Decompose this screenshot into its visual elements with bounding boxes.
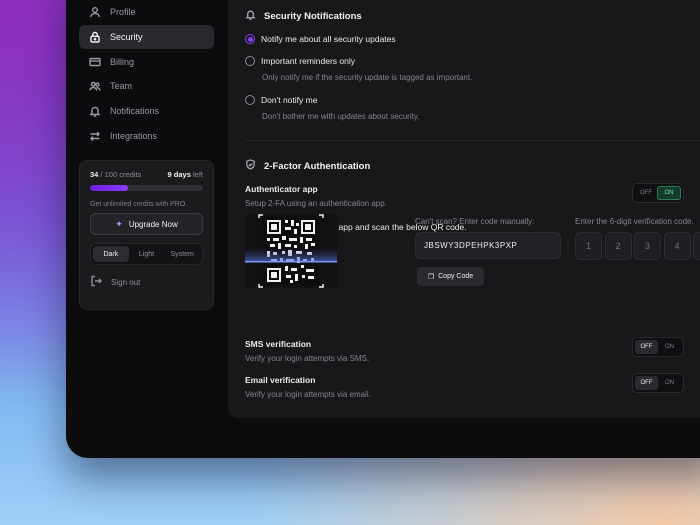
section-title: 2-Factor Authentication: [264, 160, 371, 172]
radio-label: Important reminders only: [261, 56, 356, 66]
sidebar-item-label: Notifications: [110, 106, 160, 117]
sign-out-label: Sign out: [111, 277, 141, 287]
sidebar-item-label: Profile: [110, 7, 136, 17]
toggle-off-option[interactable]: OFF: [635, 186, 657, 200]
credits-progress-fill: [90, 185, 129, 191]
upgrade-label: Upgrade Now: [128, 219, 178, 229]
copy-code-button[interactable]: ❐ Copy Code: [417, 267, 484, 286]
manual-code-value: JBSWY3DPEHPK3PXP: [424, 241, 518, 250]
radio-description: Don't bother me with updates about secur…: [262, 112, 420, 121]
sign-out-button[interactable]: Sign out: [90, 275, 203, 289]
qr-code: [245, 214, 337, 288]
toggle-on-option[interactable]: ON: [657, 186, 681, 200]
sidebar-item-profile[interactable]: Profile: [79, 0, 214, 24]
sparkle-icon: ✦: [115, 218, 123, 229]
radio-option-important[interactable]: Important reminders only: [245, 56, 355, 66]
lock-icon: [89, 31, 101, 43]
authenticator-description: Setup 2-FA using an authentication app.: [245, 199, 387, 208]
sidebar-item-integrations[interactable]: Integrations: [79, 124, 214, 148]
authenticator-label: Authenticator app: [245, 184, 318, 194]
section-divider: [245, 140, 700, 141]
sms-verification-description: Verify your login attempts via SMS.: [245, 354, 370, 363]
manual-code-field[interactable]: JBSWY3DPEHPK3PXP: [415, 232, 561, 259]
digit-input[interactable]: 2: [604, 232, 632, 260]
radio-label: Don't notify me: [261, 95, 318, 105]
security-notifications-heading: Security Notifications: [245, 9, 362, 23]
sidebar-item-label: Integrations: [110, 130, 158, 141]
radio-label: Notify me about all security updates: [261, 34, 396, 44]
digit-input[interactable]: 5: [693, 232, 700, 260]
section-title: Security Notifications: [264, 10, 362, 22]
radio-button[interactable]: [245, 56, 255, 66]
theme-option-system[interactable]: System: [164, 246, 200, 262]
copy-code-label: Copy Code: [438, 273, 474, 280]
authenticator-toggle[interactable]: OFF ON: [632, 183, 684, 203]
theme-switcher: Dark Light System: [90, 243, 203, 265]
days-left: 9 days left: [167, 170, 203, 179]
theme-option-light[interactable]: Light: [129, 246, 165, 262]
radio-option-none[interactable]: Don't notify me: [245, 95, 317, 105]
radio-description: Only notify me if the security update is…: [262, 73, 473, 82]
sidebar-item-team[interactable]: Team: [79, 74, 214, 98]
user-icon: [89, 6, 101, 18]
digit-input[interactable]: 4: [663, 232, 691, 260]
credit-card-icon: [89, 56, 101, 68]
sidebar-item-label: Team: [110, 81, 133, 92]
users-icon: [89, 80, 101, 92]
email-verification-description: Verify your login attempts via email.: [245, 390, 371, 399]
sms-verification-label: SMS verification: [245, 339, 312, 349]
toggle-off-option[interactable]: OFF: [635, 376, 658, 390]
digit-input[interactable]: 1: [575, 232, 602, 260]
credits-used: 34 / 100 credits: [90, 170, 142, 179]
sidebar-item-notifications[interactable]: Notifications: [79, 99, 214, 123]
digit-input[interactable]: 3: [634, 232, 661, 260]
sign-out-icon: [90, 275, 102, 289]
theme-option-dark[interactable]: Dark: [93, 246, 129, 262]
sidebar-item-label: Billing: [110, 56, 135, 67]
sidebar-nav: Profile Security Billing Team Notificati…: [79, 0, 214, 149]
radio-button[interactable]: [245, 95, 255, 105]
verify-instruction: Enter the 6-digit verification code.: [575, 217, 694, 226]
radio-option-all[interactable]: Notify me about all security updates: [245, 34, 396, 44]
sms-toggle[interactable]: OFF ON: [632, 337, 684, 357]
radio-button[interactable]: [245, 34, 255, 44]
toggle-off-option[interactable]: OFF: [635, 340, 658, 354]
toggle-on-option[interactable]: ON: [658, 376, 681, 390]
sidebar-item-label: Security: [110, 31, 143, 42]
credits-card: 34 / 100 credits 9 days left Get unlimit…: [79, 160, 214, 310]
bell-icon: [89, 105, 101, 118]
shield-icon: [245, 159, 256, 173]
credits-progress-bar: [90, 185, 203, 191]
sidebar-item-security[interactable]: Security: [79, 24, 214, 49]
email-toggle[interactable]: OFF ON: [632, 373, 684, 393]
bell-icon: [245, 9, 256, 23]
app-window: Profile Security Billing Team Notificati…: [66, 0, 700, 458]
security-settings-panel: Security Notifications Notify me about a…: [228, 0, 700, 418]
arrows-icon: [89, 130, 101, 142]
cant-scan-label: Can't scan? Enter code manually:: [415, 217, 535, 226]
toggle-on-option[interactable]: ON: [658, 340, 681, 354]
copy-icon: ❐: [427, 273, 435, 281]
two-factor-heading: 2-Factor Authentication: [245, 159, 370, 173]
verification-code-input: 1 2 3 4 5 6: [575, 232, 700, 260]
pro-hint: Get unlimited credits with PRO.: [90, 201, 188, 208]
upgrade-button[interactable]: ✦ Upgrade Now: [90, 213, 203, 235]
sidebar-item-billing[interactable]: Billing: [79, 50, 214, 74]
email-verification-label: Email verification: [245, 375, 316, 385]
